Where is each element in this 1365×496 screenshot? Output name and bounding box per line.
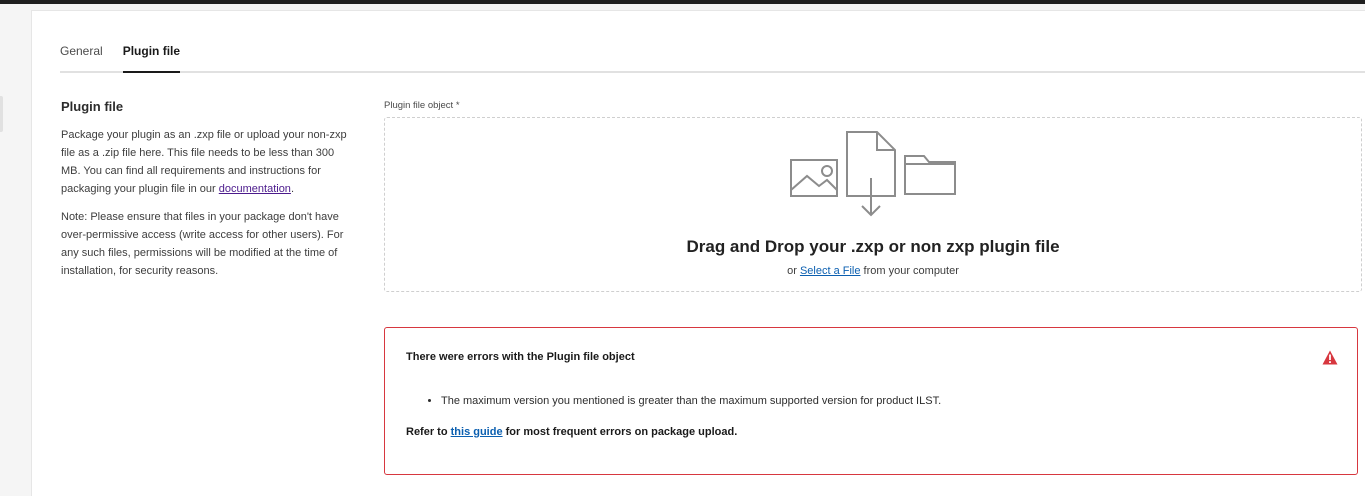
description-paragraph-2: Note: Please ensure that files in your p… bbox=[61, 211, 344, 277]
alert-triangle-icon bbox=[1322, 350, 1338, 365]
image-file-folder-icon bbox=[790, 131, 956, 217]
tab-general[interactable]: General bbox=[60, 41, 103, 71]
error-title: There were errors with the Plugin file o… bbox=[406, 351, 635, 363]
select-file-link[interactable]: Select a File bbox=[800, 265, 861, 277]
description-paragraph-1: Package your plugin as an .zxp file or u… bbox=[61, 129, 347, 195]
drop-zone-title: Drag and Drop your .zxp or non zxp plugi… bbox=[686, 237, 1060, 256]
tab-bar: General Plugin file bbox=[60, 41, 1365, 73]
drop-zone-subtitle: or Select a File from your computer bbox=[787, 265, 959, 277]
error-refer-text: Refer to this guide for most frequent er… bbox=[406, 426, 738, 438]
plugin-file-object-label: Plugin file object * bbox=[384, 100, 460, 111]
documentation-link[interactable]: documentation bbox=[219, 183, 291, 195]
this-guide-link[interactable]: this guide bbox=[451, 426, 503, 438]
error-list: The maximum version you mentioned is gre… bbox=[406, 395, 941, 407]
error-item: The maximum version you mentioned is gre… bbox=[441, 395, 941, 407]
plugin-file-card: General Plugin file Plugin file Package … bbox=[31, 10, 1365, 496]
file-drop-zone[interactable]: Drag and Drop your .zxp or non zxp plugi… bbox=[384, 117, 1362, 292]
left-edge-handle bbox=[0, 96, 3, 132]
app-top-bar bbox=[0, 0, 1365, 4]
plugin-file-description: Plugin file Package your plugin as an .z… bbox=[61, 99, 353, 290]
section-title: Plugin file bbox=[61, 99, 124, 114]
tab-plugin-file[interactable]: Plugin file bbox=[122, 41, 181, 73]
error-alert: There were errors with the Plugin file o… bbox=[384, 327, 1358, 475]
